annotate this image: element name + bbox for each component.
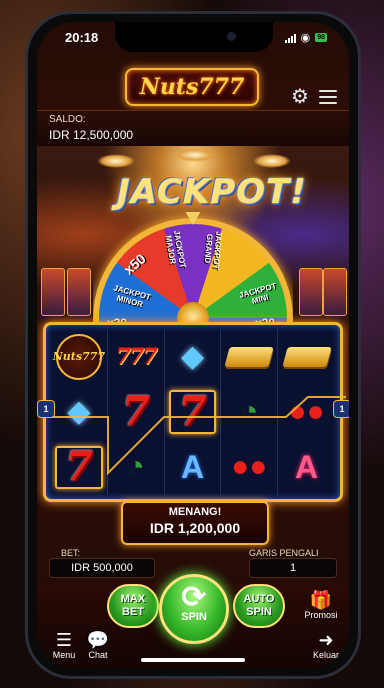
nav-logout-label: Keluar: [312, 650, 339, 660]
reel-cell: 7: [108, 384, 165, 440]
refresh-icon: ⟳: [181, 581, 207, 614]
logo: Nuts777: [125, 68, 259, 106]
reel-cell: [278, 329, 335, 384]
battery-icon: 98: [315, 33, 327, 42]
reel-cell: 7: [165, 384, 222, 440]
reel-cell: ◆: [165, 329, 222, 385]
gear-icon[interactable]: ⚙: [289, 86, 311, 108]
chandelier: [253, 154, 291, 168]
phone-frame: 20:18 ◉ 98 Nuts777 ⚙ SALDO: IDR 12,500,0…: [25, 11, 361, 679]
reel-cell: [221, 329, 279, 385]
payline-number-left: 1: [37, 400, 55, 418]
promo-button[interactable]: 🎁 Promosi: [301, 590, 341, 620]
bet-value[interactable]: IDR 500,000: [49, 558, 155, 578]
gold-bar-icon: [224, 346, 274, 367]
win-label: MENANG!: [168, 506, 222, 518]
bet-label: BET:: [61, 548, 81, 558]
reel-cell: ◆: [51, 384, 108, 440]
seven-symbol: 7: [121, 387, 150, 435]
reel-cell: A: [278, 440, 335, 495]
chandelier: [97, 154, 135, 168]
spin-button[interactable]: ⟳ SPIN: [159, 574, 229, 644]
jackpot-wheel: x50 JACKPOT MAJOR JACKPOT GRAND JACKPOT …: [93, 212, 293, 332]
nav-logout[interactable]: ➜ Keluar: [309, 630, 343, 660]
jackpot-title: JACKPOT!: [117, 172, 307, 212]
hamburger-menu-icon[interactable]: [319, 90, 337, 104]
header: Nuts777 ⚙: [37, 56, 349, 110]
diamond-icon: ◆: [180, 339, 205, 373]
menu-icon: ☰: [55, 630, 73, 650]
home-indicator: [141, 658, 245, 662]
reel-cell: ◔: [221, 384, 279, 440]
reel-cell: ◔: [108, 439, 165, 495]
balance-label: SALDO:: [49, 114, 86, 125]
balance-value: IDR 12,500,000: [49, 128, 134, 142]
spin-label: SPIN: [181, 611, 207, 623]
cherry-icon: ●●: [288, 394, 325, 428]
nav-menu[interactable]: ☰ Menu: [49, 630, 79, 660]
letter-a-symbol: A: [180, 449, 205, 486]
reel-cell: Nuts777: [51, 329, 108, 385]
gold-bar-icon: [281, 346, 332, 367]
wheel-pointer: [185, 212, 201, 225]
lines-label: GARIS PENGALI: [249, 548, 319, 558]
win-panel: MENANG! IDR 1,200,000: [121, 501, 269, 545]
triple-seven-symbol: 777: [115, 343, 158, 370]
payline-number-right: 1: [333, 400, 349, 418]
nav-chat-label: Chat: [88, 650, 108, 660]
slot-machine-bg: [67, 268, 91, 316]
chat-icon: 💬: [86, 630, 110, 650]
watermelon-icon: ◔: [126, 450, 145, 484]
wifi-icon: ◉: [300, 32, 311, 44]
auto-spin-button[interactable]: AUTO SPIN: [233, 584, 285, 628]
reel-cell: ●●: [221, 439, 279, 495]
nuts777-symbol: Nuts777: [53, 333, 105, 380]
wheel-segment-label: JACKPOT GRAND: [202, 231, 224, 270]
max-bet-button[interactable]: MAX BET: [107, 584, 159, 628]
reel-cell: ●●: [278, 384, 335, 439]
slot-machine-bg: [323, 268, 347, 316]
win-amount: IDR 1,200,000: [149, 520, 241, 536]
winning-cell-highlight: [168, 390, 217, 434]
gift-icon: 🎁: [309, 590, 333, 610]
reel-grid[interactable]: Nuts777 777 ◆ ◆ 7 7 ◔ ●● 7 ◔ A ●● A: [51, 329, 335, 495]
chandelier: [173, 148, 217, 162]
balance-bar: SALDO: IDR 12,500,000: [37, 110, 349, 148]
status-time: 20:18: [65, 30, 99, 45]
letter-a-symbol: A: [295, 449, 319, 486]
promo-label: Promosi: [304, 610, 338, 620]
reels-frame: Nuts777 777 ◆ ◆ 7 7 ◔ ●● 7 ◔ A ●● A: [43, 322, 346, 502]
cherry-icon: ●●: [231, 450, 268, 484]
signal-icon: [284, 33, 296, 43]
logout-icon: ➜: [318, 630, 334, 650]
game-screen: 20:18 ◉ 98 Nuts777 ⚙ SALDO: IDR 12,500,0…: [37, 22, 349, 668]
notch: [115, 22, 273, 52]
status-icons: ◉ 98: [284, 31, 327, 44]
reel-cell: 777: [108, 329, 165, 385]
nav-chat[interactable]: 💬 Chat: [83, 630, 113, 660]
slot-machine-bg: [299, 268, 323, 316]
slot-machine-bg: [41, 268, 65, 316]
winning-cell-highlight: [55, 445, 103, 489]
diamond-icon: ◆: [67, 394, 91, 428]
reel-cell: A: [165, 439, 222, 495]
reel-cell: 7: [51, 439, 108, 495]
lines-value[interactable]: 1: [249, 558, 337, 578]
nav-menu-label: Menu: [52, 650, 76, 660]
watermelon-icon: ◔: [240, 394, 259, 428]
camera-icon: [227, 32, 236, 41]
